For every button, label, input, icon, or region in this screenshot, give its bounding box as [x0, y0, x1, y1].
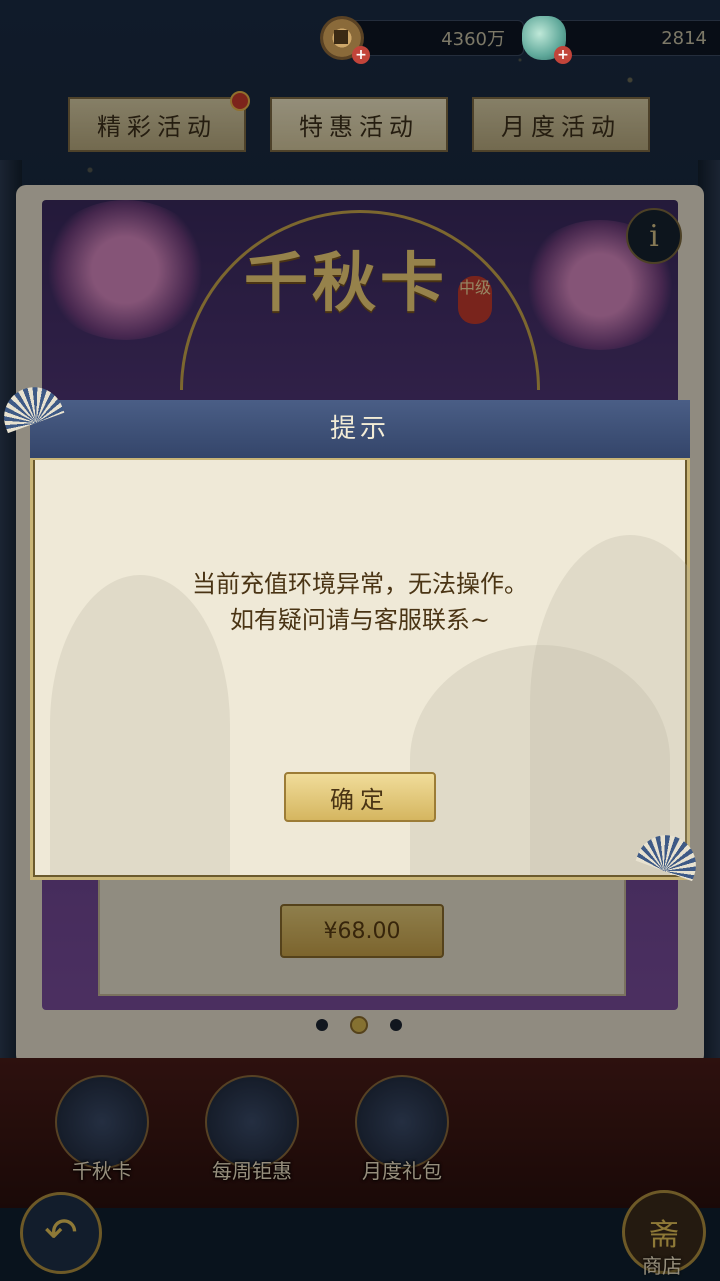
copper-coin-icon: + [320, 16, 370, 64]
plus-icon[interactable]: + [554, 46, 572, 64]
plus-icon[interactable]: + [352, 46, 370, 64]
dialog-message-line2: 如有疑问请与客服联系~ [229, 606, 491, 634]
confirm-button[interactable]: 确定 [284, 772, 436, 822]
jade-pouch-icon: + [522, 16, 572, 64]
dialog-title: 提示 [329, 414, 390, 444]
dialog-message: 当前充值环境异常，无法操作。 如有疑问请与客服联系~ [30, 566, 690, 638]
dialog-message-line1: 当前充值环境异常，无法操作。 [192, 570, 528, 598]
